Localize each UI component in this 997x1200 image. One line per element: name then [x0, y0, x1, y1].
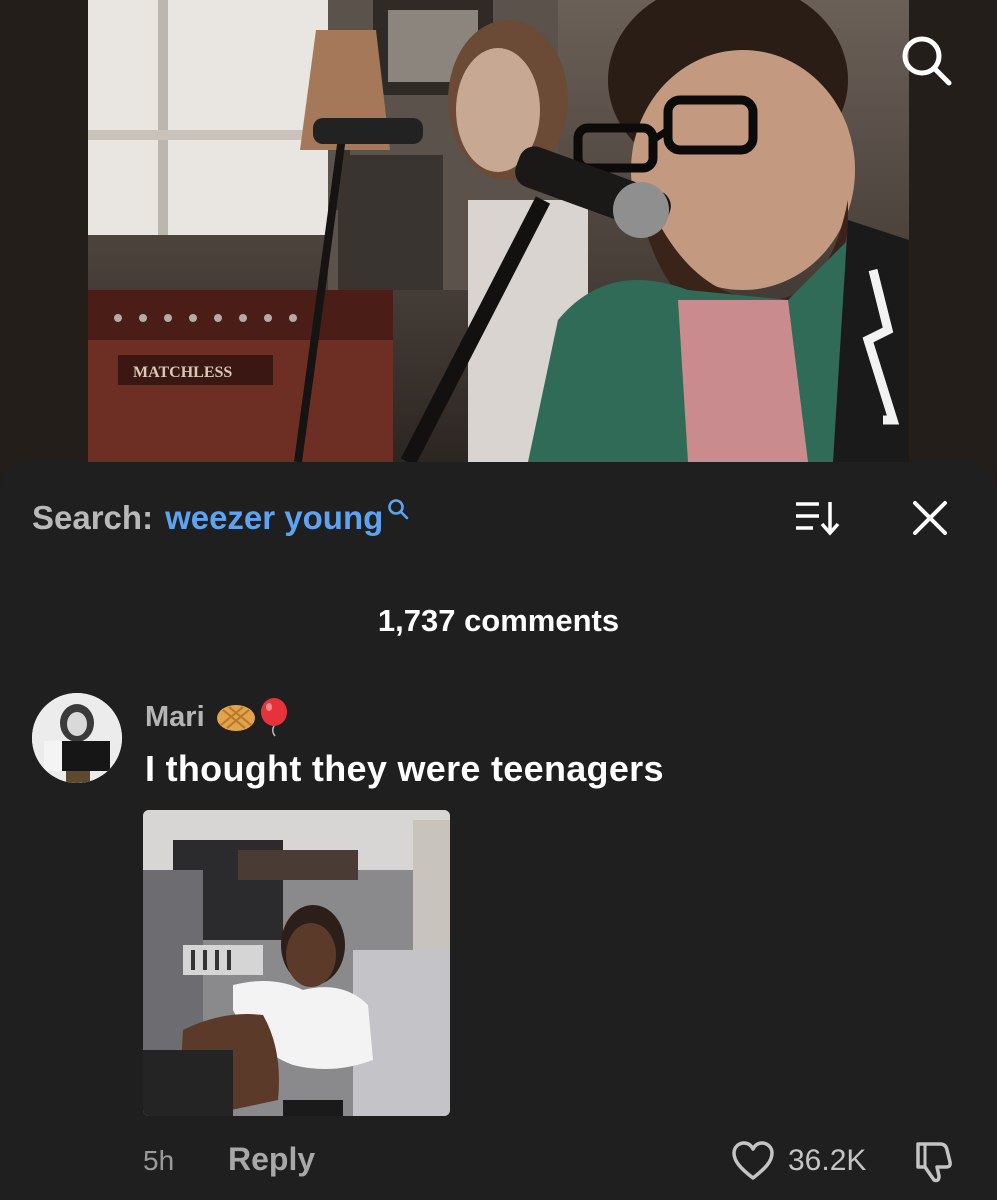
- dislike-button[interactable]: [910, 1138, 960, 1184]
- thumbs-down-icon: [916, 1142, 952, 1183]
- search-query-link[interactable]: weezer young: [165, 499, 383, 537]
- avatar[interactable]: [32, 693, 122, 783]
- search-label: Search:: [32, 499, 154, 536]
- video-search-button[interactable]: [896, 30, 956, 90]
- comment-username[interactable]: Mari: [145, 697, 291, 737]
- balloon-emoji-icon: [260, 698, 287, 737]
- heart-icon: [732, 1141, 774, 1180]
- username-text: Mari: [145, 700, 205, 733]
- avatar-image: [32, 693, 122, 783]
- video-player[interactable]: MATCHLESS: [88, 0, 909, 462]
- comment-time: 5h: [143, 1145, 175, 1176]
- amp-brand-text: MATCHLESS: [133, 364, 232, 381]
- waffle-emoji-icon: [216, 705, 255, 731]
- search-suggestion[interactable]: Search: weezer young: [32, 496, 409, 540]
- comment-text: I thought they were teenagers: [145, 748, 664, 789]
- close-comments-button[interactable]: [908, 496, 952, 540]
- like-count: 36.2K: [788, 1144, 867, 1177]
- comment-image[interactable]: [143, 810, 450, 1116]
- sort-icon: [796, 502, 840, 536]
- comment-image-content: [143, 810, 450, 1116]
- comments-count: 1,737 comments: [377, 603, 620, 638]
- like-button[interactable]: 36.2K: [730, 1138, 866, 1184]
- reply-button[interactable]: Reply: [228, 1141, 315, 1178]
- sort-comments-button[interactable]: [793, 496, 843, 540]
- video-frame: MATCHLESS: [88, 0, 909, 462]
- close-icon: [913, 501, 947, 535]
- search-icon: [902, 36, 952, 86]
- search-small-icon: [388, 499, 409, 520]
